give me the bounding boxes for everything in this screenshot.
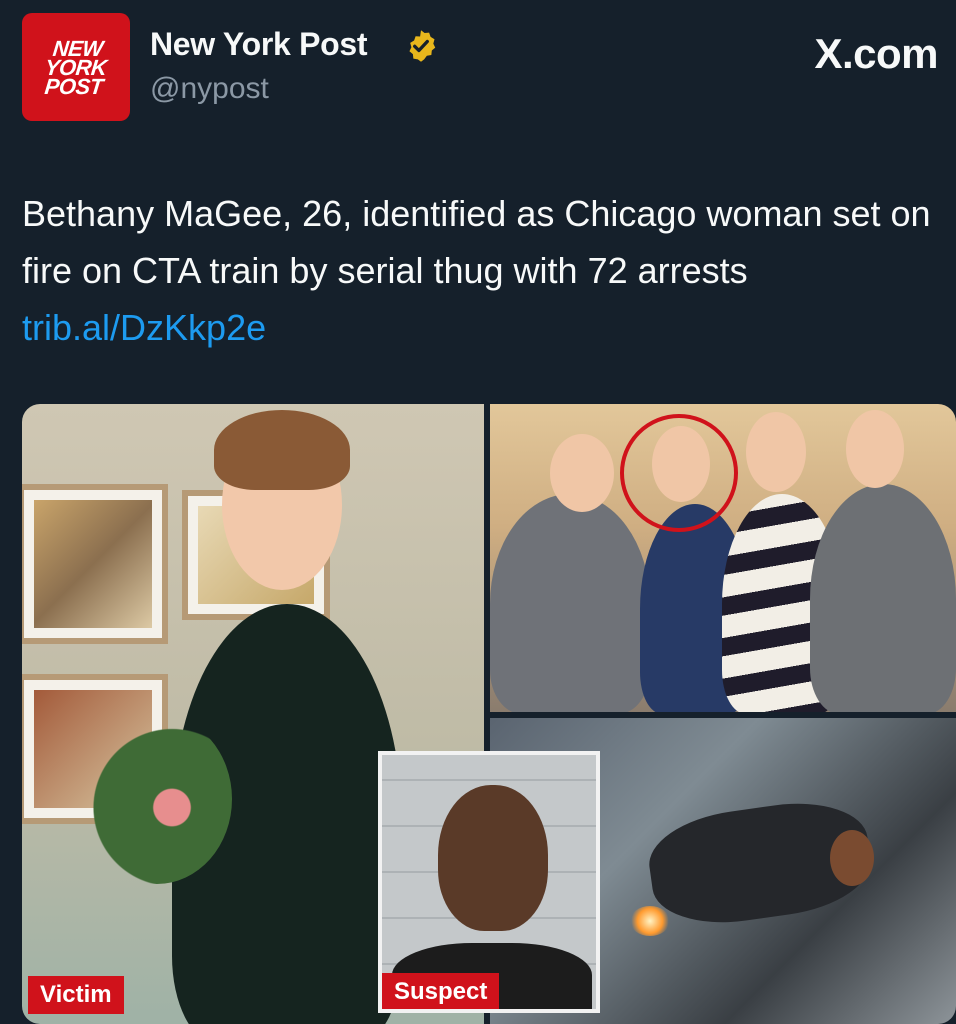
victim-hair [214,410,350,490]
nypost-avatar[interactable]: NEW YORK POST [22,13,130,121]
person-grandfather [490,494,650,712]
x-com-watermark: X.com [814,30,938,77]
man-face [746,412,806,492]
fire-flash [630,906,670,936]
tweet-text: Bethany MaGee, 26, identified as Chicago… [22,185,947,356]
nypost-logo: NEW YORK POST [43,35,109,99]
figure-head [830,830,874,886]
verified-badge-icon [409,30,436,62]
display-name[interactable]: New York Post [150,26,368,63]
suspect-face [438,785,548,931]
flower-bouquet [82,714,232,884]
man-face [846,410,904,488]
wall-frame [22,484,168,644]
person-grey-sweater [810,484,956,712]
tweet-link[interactable]: trib.al/DzKkp2e [22,307,266,348]
victim-label: Victim [28,976,124,1014]
suspect-mugshot[interactable]: Suspect [378,751,600,1013]
grandfather-face [550,434,614,512]
suspect-label: Suspect [382,973,500,1009]
family-photo[interactable] [490,404,956,712]
media-collage[interactable]: Victim Suspect [22,404,956,1024]
highlight-circle [620,414,738,532]
handle[interactable]: @nypost [150,72,269,106]
tweet-body: Bethany MaGee, 26, identified as Chicago… [22,193,931,291]
